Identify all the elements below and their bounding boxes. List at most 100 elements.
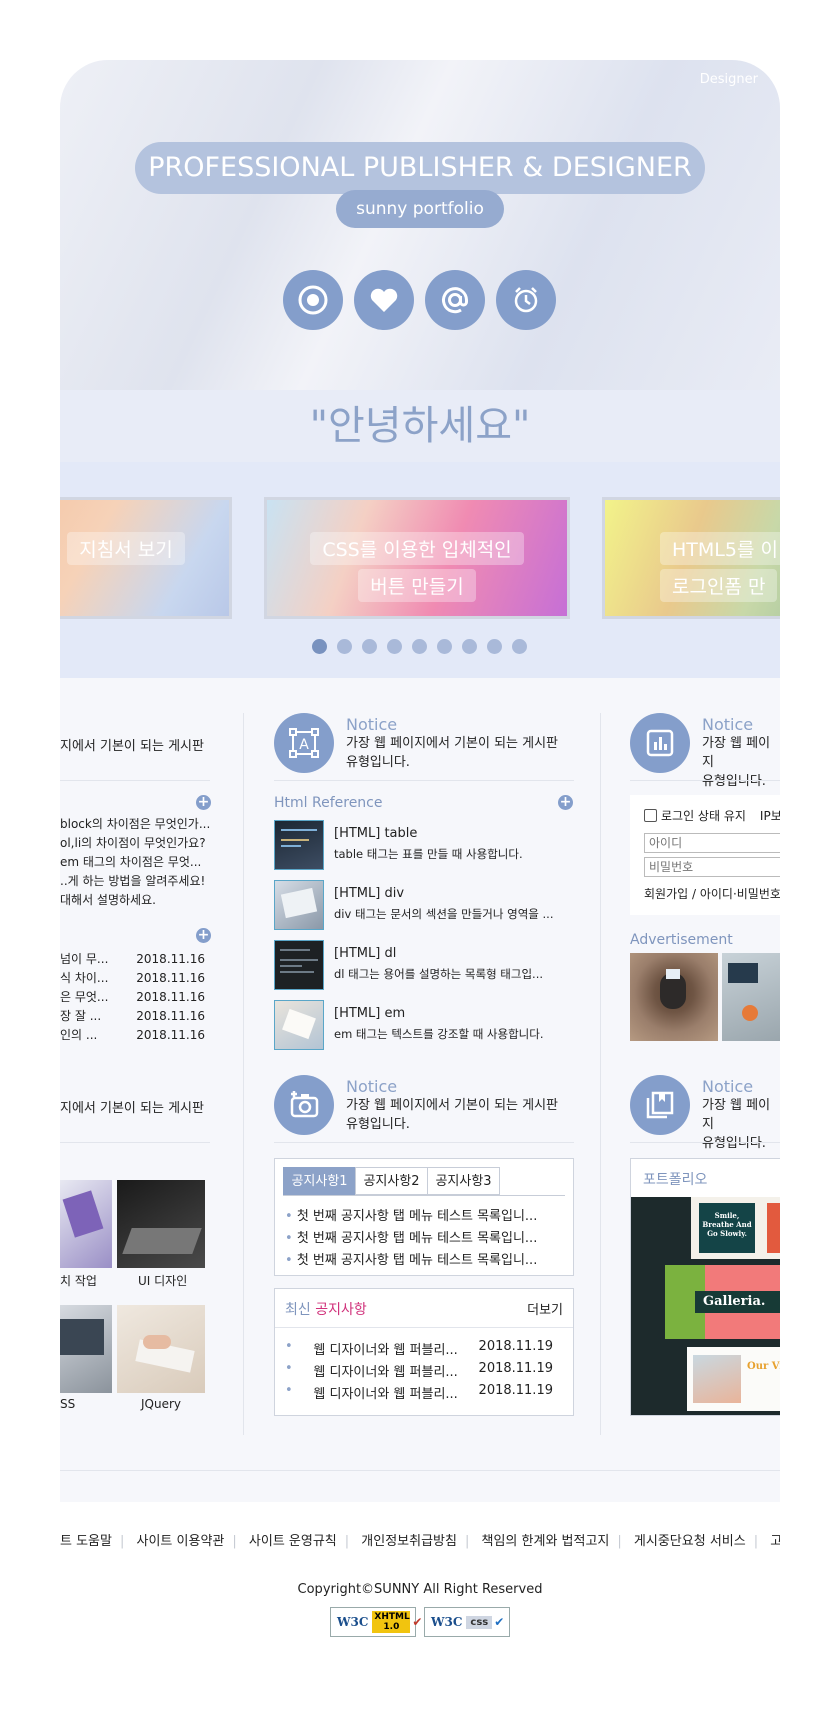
row1-left-list: block의 차이점은 무엇인가... ol,li의 차이점이 무엇인가요? e… <box>60 815 210 910</box>
row1-left-dated-list: 넘이 무... 2018.11.16 식 차이... 2018.11.16 은 무엇… <box>60 950 205 1045</box>
target-icon[interactable] <box>283 270 343 330</box>
checkmark-icon: ✔ <box>412 1615 423 1629</box>
page-frame: Designer PROFESSIONAL PUBLISHER & DESIGN… <box>60 60 780 1502</box>
list-item[interactable]: ol,li의 차이점이 무엇인가요? <box>60 834 210 853</box>
ad-image[interactable] <box>722 953 780 1041</box>
notice-desc-line1: 가장 웹 페이지 <box>702 1098 771 1132</box>
more-plus-icon[interactable]: + <box>196 795 211 810</box>
footer-link[interactable]: 책임의 한계와 법적고지 <box>482 1534 610 1549</box>
footer-link[interactable]: 게시중단요청 서비스 <box>634 1534 746 1549</box>
slider-dot[interactable] <box>387 639 402 654</box>
corner-label: Designer <box>699 72 758 87</box>
svg-text:A: A <box>299 737 309 753</box>
latest-highlight: 공지사항 <box>315 1302 367 1318</box>
list-item-date: 2018.11.16 <box>136 1028 205 1042</box>
tab-list-item[interactable]: 첫 번째 공지사항 탭 메뉴 테스트 목록입니... <box>285 1227 538 1246</box>
footer-link[interactable]: 고객 <box>770 1534 780 1549</box>
reference-thumbnail <box>274 820 324 870</box>
slide-1[interactable]: 지침서 보기 <box>60 497 232 619</box>
reference-title: [HTML] dl <box>334 946 397 961</box>
slider-dot[interactable] <box>437 639 452 654</box>
reference-thumbnail <box>274 940 324 990</box>
list-item[interactable]: 넘이 무... 2018.11.16 <box>60 950 205 969</box>
reference-title: [HTML] em <box>334 1006 406 1021</box>
footer-link[interactable]: 개인정보취급방침 <box>361 1534 457 1549</box>
slider-dot[interactable] <box>312 639 327 654</box>
chart-icon <box>630 713 690 773</box>
portfolio-card-text: Our Visi <box>747 1361 780 1372</box>
account-links[interactable]: 회원가입 / 아이디·비밀번호 <box>644 885 780 902</box>
heart-icon[interactable] <box>354 270 414 330</box>
footer-link[interactable]: 사이트 운영규칙 <box>249 1534 337 1549</box>
gallery-caption: 치 작업 <box>60 1274 97 1288</box>
tab-list-item[interactable]: 첫 번째 공지사항 탭 메뉴 테스트 목록입니... <box>285 1249 538 1268</box>
slide-3[interactable]: HTML5를 이 로그인폼 만 <box>602 497 780 619</box>
slide-3-caption-line1: HTML5를 이 <box>660 532 780 565</box>
list-item[interactable]: ..게 하는 방법을 알려주세요! <box>60 872 210 891</box>
slider-dot[interactable] <box>512 639 527 654</box>
latest-item[interactable]: 웹 디자이너와 웹 퍼블리... 2018.11.19 <box>285 1361 553 1380</box>
list-item-title: 은 무엇... <box>60 990 109 1004</box>
reference-thumbnail <box>274 1000 324 1050</box>
gallery-image[interactable] <box>117 1180 205 1268</box>
latest-item-date: 2018.11.19 <box>478 1383 553 1398</box>
badge-text: W3C <box>431 1615 463 1629</box>
slider-dot[interactable] <box>487 639 502 654</box>
badge-text: W3C <box>337 1615 369 1629</box>
reference-item[interactable]: [HTML] dl dl 태그는 용어를 설명하는 목록형 태그입... <box>274 940 574 992</box>
ad-image[interactable] <box>630 953 718 1041</box>
html-reference-title: Html Reference <box>274 795 383 811</box>
list-item[interactable]: 인의 ... 2018.11.16 <box>60 1026 205 1045</box>
list-item[interactable]: 식 차이... 2018.11.16 <box>60 969 205 988</box>
tab-notice3[interactable]: 공지사항3 <box>427 1167 500 1195</box>
notice-block: Notice 가장 웹 페이지에서 기본이 되는 게시판 유형입니다. <box>274 1075 558 1135</box>
slider-dot[interactable] <box>412 639 427 654</box>
camera-icon <box>274 1075 334 1135</box>
list-item[interactable]: 장 잘 ... 2018.11.16 <box>60 1007 205 1026</box>
latest-item[interactable]: 웹 디자이너와 웹 퍼블리... 2018.11.19 <box>285 1383 553 1402</box>
list-item[interactable]: 은 무엇... 2018.11.16 <box>60 988 205 1007</box>
tab-underline <box>283 1195 565 1196</box>
tab-list-item[interactable]: 첫 번째 공지사항 탭 메뉴 테스트 목록입니... <box>285 1205 538 1224</box>
reference-desc: dl 태그는 용어를 설명하는 목록형 태그입... <box>334 967 544 981</box>
notice-desc-line2: 유형입니다. <box>346 755 410 770</box>
id-input[interactable] <box>644 833 780 853</box>
password-input[interactable] <box>644 857 780 877</box>
list-item[interactable]: block의 차이점은 무엇인가... <box>60 815 210 834</box>
divider <box>274 780 574 781</box>
more-link[interactable]: 더보기 <box>527 1299 563 1318</box>
divider <box>630 780 780 781</box>
more-plus-icon[interactable]: + <box>196 928 211 943</box>
reference-title: [HTML] div <box>334 886 405 901</box>
w3c-xhtml-badge[interactable]: W3C XHTML 1.0 ✔ <box>330 1607 422 1637</box>
gallery-image[interactable] <box>117 1305 205 1393</box>
footer-link[interactable]: 트 도움말 <box>60 1534 112 1549</box>
w3c-css-badge[interactable]: W3C css ✔ <box>424 1607 510 1637</box>
ip-security-label: IP보 <box>759 809 780 823</box>
slider-dot[interactable] <box>462 639 477 654</box>
tab-notice1[interactable]: 공지사항1 <box>283 1167 356 1195</box>
latest-item[interactable]: 웹 디자이너와 웹 퍼블리... 2018.11.19 <box>285 1339 553 1358</box>
divider <box>274 1142 574 1143</box>
reference-desc: table 태그는 표를 만들 때 사용합니다. <box>334 847 523 861</box>
alarm-icon[interactable] <box>496 270 556 330</box>
footer-link[interactable]: 사이트 이용약관 <box>137 1534 225 1549</box>
list-item[interactable]: em 태그의 차이점은 무엇... <box>60 853 210 872</box>
gallery-image[interactable] <box>60 1305 112 1393</box>
portfolio-image[interactable]: Smile, Breathe And Go Slowly. Galleria. … <box>631 1197 780 1415</box>
at-icon[interactable] <box>425 270 485 330</box>
reference-thumbnail <box>274 880 324 930</box>
slide-2[interactable]: CSS를 이용한 입체적인 버튼 만들기 <box>264 497 570 619</box>
list-item[interactable]: 대해서 설명하세요. <box>60 891 210 910</box>
tab-notice2[interactable]: 공지사항2 <box>355 1167 428 1195</box>
slider-dot[interactable] <box>337 639 352 654</box>
slide-2-caption-line1: CSS를 이용한 입체적인 <box>310 532 524 565</box>
reference-item[interactable]: [HTML] table table 태그는 표를 만들 때 사용합니다. <box>274 820 574 872</box>
keep-login-checkbox[interactable] <box>644 809 657 822</box>
gallery-image[interactable] <box>60 1180 112 1268</box>
divider <box>275 1327 573 1328</box>
more-plus-icon[interactable]: + <box>558 795 573 810</box>
reference-item[interactable]: [HTML] div div 태그는 문서의 섹션을 만들거나 영역을 ... <box>274 880 574 932</box>
slider-dot[interactable] <box>362 639 377 654</box>
reference-item[interactable]: [HTML] em em 태그는 텍스트를 강조할 때 사용합니다. <box>274 1000 574 1052</box>
